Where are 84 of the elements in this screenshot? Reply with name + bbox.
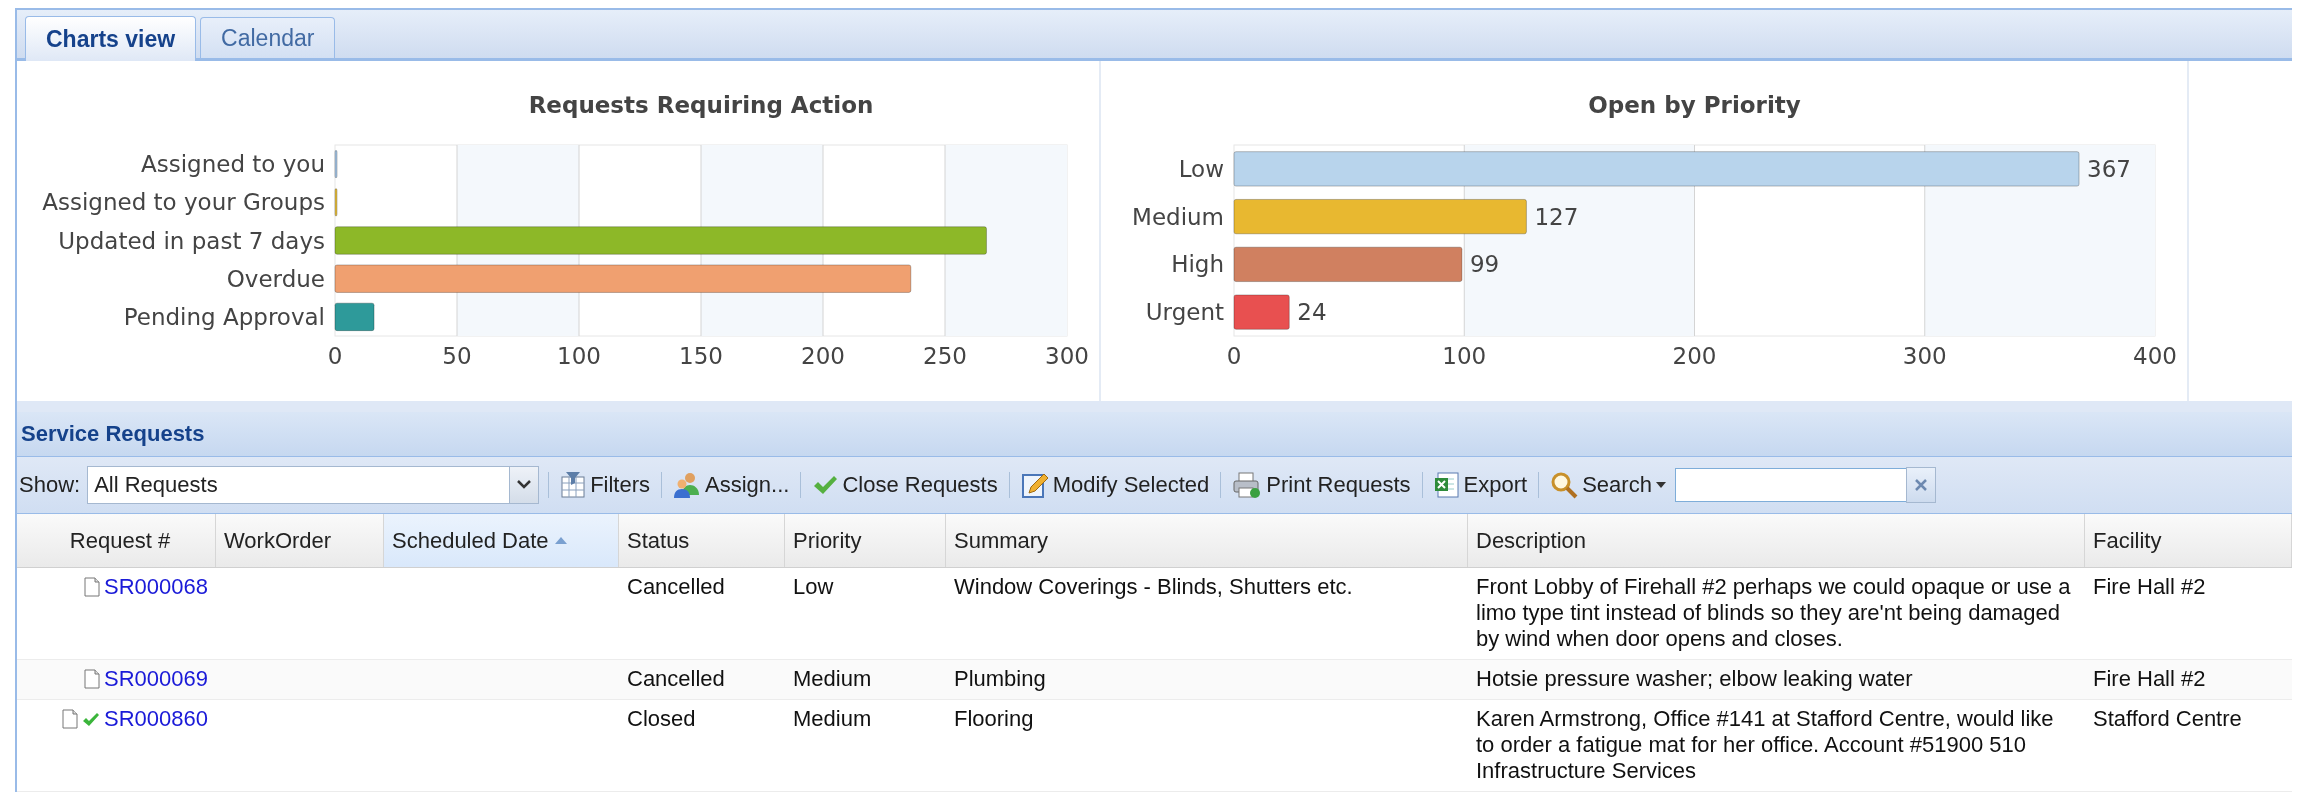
axis-tick: 0 <box>1226 343 1242 369</box>
axis-tick: 400 <box>2133 343 2177 369</box>
column-header[interactable]: Summary <box>946 514 1468 567</box>
axis-tick: 100 <box>557 343 601 369</box>
table-cell-text: Stafford Centre <box>2092 706 2243 733</box>
document-icon <box>84 577 100 597</box>
category-label: Updated in past 7 days <box>58 227 325 254</box>
category-label: Assigned to your Groups <box>42 189 325 216</box>
category-label: Urgent <box>1145 299 1224 326</box>
table-cell-text: Window Coverings - Blinds, Shutters etc. <box>953 574 1354 601</box>
category-label: Pending Approval <box>123 303 325 330</box>
toolbar-button[interactable]: Filters <box>558 469 653 501</box>
search-icon <box>1550 471 1579 499</box>
column-header[interactable]: Priority <box>785 514 946 567</box>
axis-tick: 300 <box>1902 343 1947 369</box>
caret-icon <box>517 480 532 490</box>
category-label: Medium <box>1132 203 1224 230</box>
bar <box>334 302 375 332</box>
axis-tick: 100 <box>1442 343 1487 369</box>
request-link[interactable]: SR000069 <box>104 666 208 692</box>
table-cell-text: Hotsie pressure washer; elbow leaking water <box>1475 666 1914 692</box>
table-cell-text: Karen Armstrong, Office #141 at Stafford Centre, would like to order a fatigue mat for her office. Account #51900 510 Infrastructure Services <box>1475 706 2055 784</box>
caret-icon <box>1655 482 1666 488</box>
value-label: 367 <box>2087 155 2131 182</box>
axis-tick: 50 <box>442 343 472 369</box>
table-cell-text: Cancelled <box>626 666 726 692</box>
category-label: High <box>1171 251 1224 278</box>
request-link[interactable]: SR000860 <box>104 706 208 732</box>
clear-button[interactable] <box>1905 467 1936 503</box>
pencil-icon <box>1020 471 1049 499</box>
table-cell-text: Flooring <box>953 706 1035 733</box>
toolbar-button[interactable]: Close Requests <box>810 470 1000 500</box>
axis-tick: 150 <box>679 343 723 369</box>
document-icon <box>62 709 78 729</box>
bar <box>334 188 338 217</box>
search-field[interactable] <box>1674 468 1907 502</box>
toolbar-button[interactable]: Print Requests <box>1230 469 1413 501</box>
request-link[interactable]: SR000068 <box>104 574 208 600</box>
chart-title: Open by Priority <box>1588 92 1801 118</box>
value-label: 24 <box>1297 299 1327 326</box>
toolbar-button[interactable]: Assign... <box>671 469 792 501</box>
value-label: 99 <box>1469 251 1500 278</box>
bar <box>1233 294 1290 330</box>
tab[interactable]: Calendar <box>200 17 336 58</box>
axis-tick: 0 <box>327 343 343 369</box>
category-label: Assigned to you <box>141 151 325 178</box>
table-cell-text: Medium <box>792 706 873 733</box>
column-header[interactable]: Scheduled Date <box>384 514 619 567</box>
axis-tick: 250 <box>923 343 967 369</box>
sort-icon <box>554 537 567 544</box>
close-icon <box>1914 478 1927 491</box>
category-label: Overdue <box>226 265 325 292</box>
table-cell-text: Medium <box>792 666 873 692</box>
table-cell-text: Fire Hall #2 <box>2092 574 2207 601</box>
toolbar-button[interactable]: Search <box>1548 469 1668 501</box>
show-label: Show: <box>19 472 81 498</box>
show-dropdown[interactable]: All Requests <box>87 466 540 504</box>
axis-tick: 200 <box>801 343 845 369</box>
check-icon <box>812 473 839 497</box>
axis-tick: 300 <box>1045 343 1089 369</box>
chart-title: Requests Requiring Action <box>528 92 874 118</box>
table-cell-text: Front Lobby of Firehall #2 perhaps we could opaque or use a limo type tint instead of blinds so they are'nt being damaged by wind when door opens and closes. <box>1475 574 2072 652</box>
table-cell-text: Fire Hall #2 <box>2092 666 2207 692</box>
panel-title: Service Requests <box>21 421 205 447</box>
tab[interactable]: Charts view <box>25 16 197 61</box>
toolbar-button[interactable]: Modify Selected <box>1018 469 1212 501</box>
category-label: Low <box>1178 155 1224 182</box>
column-header[interactable]: Status <box>619 514 785 567</box>
column-header[interactable]: Facility <box>2085 514 2292 567</box>
axis-tick: 200 <box>1672 343 1717 369</box>
bar <box>334 149 338 179</box>
people-icon <box>673 471 702 499</box>
spreadsheet-icon <box>1433 471 1460 499</box>
printer-icon <box>1232 471 1263 499</box>
table-cell-text: Plumbing <box>953 666 1047 692</box>
grid-icon <box>560 471 587 499</box>
column-header[interactable]: Request # <box>17 514 216 567</box>
document-icon <box>84 669 100 689</box>
table-cell-text: Low <box>792 574 835 601</box>
column-header[interactable]: Description <box>1468 514 2085 567</box>
toolbar-button[interactable]: Export <box>1431 469 1530 501</box>
table-cell-text: Closed <box>626 706 697 733</box>
table-cell-text: Cancelled <box>626 574 726 601</box>
value-label: 127 <box>1534 203 1579 230</box>
